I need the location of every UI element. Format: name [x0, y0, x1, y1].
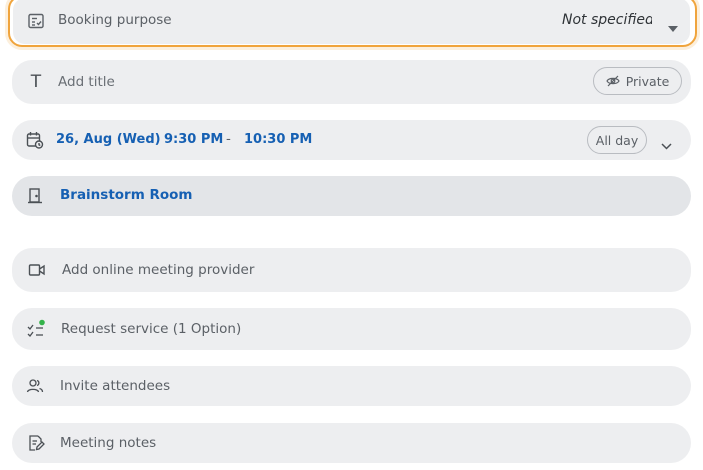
people-icon [24, 375, 46, 397]
private-label: Private [625, 73, 670, 89]
all-day-label: All day [595, 132, 639, 148]
note-edit-icon [25, 432, 47, 454]
title-input[interactable]: Add title [58, 74, 115, 90]
notes-label: Meeting notes [60, 435, 157, 451]
time-separator: - [226, 131, 231, 147]
purpose-list-icon [25, 10, 47, 32]
eye-off-icon [606, 75, 620, 87]
start-time[interactable]: 9:30 PM [164, 132, 223, 147]
attendees-label: Invite attendees [60, 378, 171, 394]
online-meeting-row[interactable]: Add online meeting provider [12, 248, 691, 292]
notes-row[interactable]: Meeting notes [12, 423, 691, 463]
service-row[interactable]: Request service (1 Option) [12, 308, 691, 350]
all-day-toggle[interactable]: All day [587, 126, 647, 154]
room-name[interactable]: Brainstorm Room [60, 187, 193, 203]
booking-purpose-value[interactable]: Not specified [562, 12, 652, 28]
expand-chevron-icon[interactable] [661, 135, 672, 154]
start-date[interactable]: 26, Aug (Wed) [56, 132, 161, 147]
door-icon [24, 185, 46, 207]
attendees-row[interactable]: Invite attendees [12, 366, 691, 406]
datetime-row: 26, Aug (Wed) 9:30 PM - 10:30 PM All day [12, 120, 691, 160]
end-time[interactable]: 10:30 PM [244, 132, 312, 147]
title-field[interactable]: T Add title Private [12, 60, 691, 104]
text-format-icon: T [30, 72, 42, 92]
video-camera-icon [26, 259, 48, 281]
chevron-down-icon[interactable] [668, 17, 678, 36]
booking-purpose-field[interactable]: Booking purpose Not specified [13, 0, 690, 44]
checklist-icon [25, 318, 47, 340]
room-row[interactable]: Brainstorm Room [12, 176, 691, 216]
booking-purpose-label: Booking purpose [58, 12, 172, 28]
calendar-clock-icon [24, 129, 46, 151]
service-label: Request service (1 Option) [61, 321, 242, 337]
online-meeting-label: Add online meeting provider [62, 262, 255, 278]
private-toggle-button[interactable]: Private [593, 67, 682, 95]
